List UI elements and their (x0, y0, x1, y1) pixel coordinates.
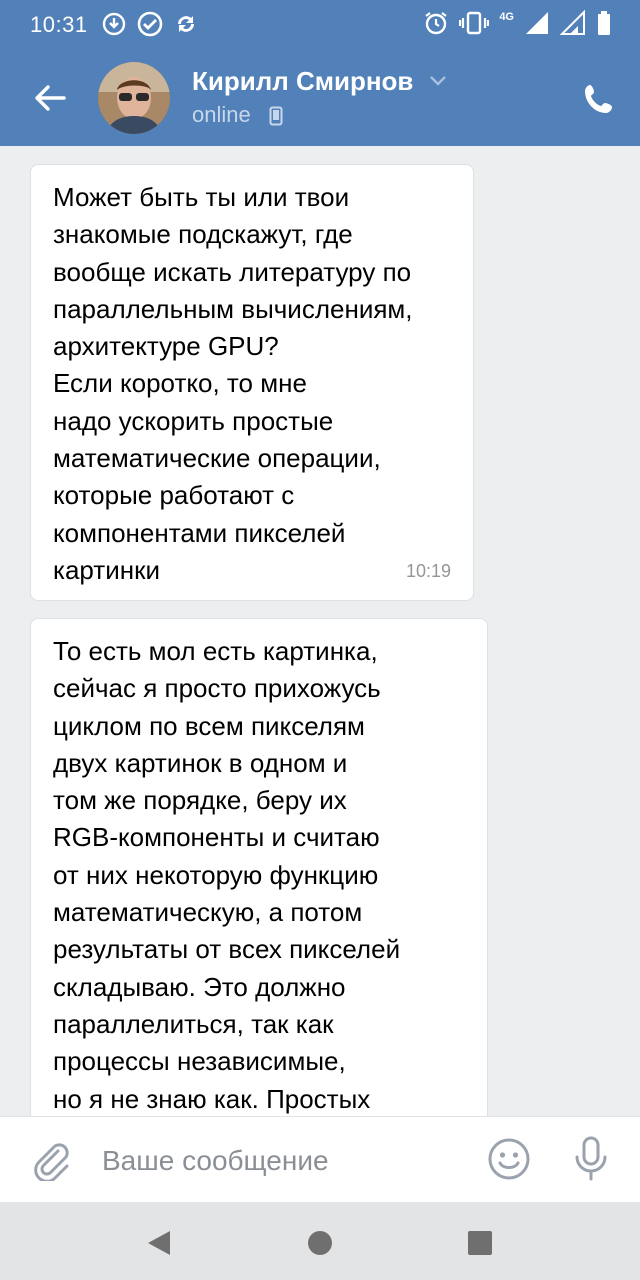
avatar[interactable] (98, 62, 170, 134)
nav-home-button[interactable] (306, 1228, 334, 1263)
emoji-button[interactable] (487, 1137, 531, 1186)
presence-status: online (192, 102, 251, 127)
message-feed[interactable]: Может быть ты или твои знакомые подскажу… (0, 146, 640, 1116)
message-input[interactable]: Ваше сообщение (102, 1145, 329, 1177)
download-icon (100, 10, 128, 38)
square-recents-icon (468, 1231, 492, 1255)
contact-name[interactable]: Кирилл Смирнов (192, 66, 413, 97)
signal-icon-2 (560, 10, 586, 36)
message-bubble[interactable]: То есть мол есть картинка, сейчас я прос… (30, 618, 488, 1116)
message-composer: Ваше сообщение (0, 1116, 640, 1203)
system-nav-bar (0, 1202, 640, 1280)
app-header: 10:31 4G Кирилл Смирнов online (0, 0, 640, 146)
attach-button[interactable] (28, 1137, 72, 1186)
nav-back-button[interactable] (144, 1228, 172, 1263)
nav-recents-button[interactable] (466, 1228, 494, 1263)
vibrate-icon (459, 10, 490, 36)
circle-home-icon (308, 1231, 332, 1255)
smile-icon (488, 1138, 530, 1180)
message-time: 10:19 (405, 560, 451, 581)
status-bar: 10:31 4G (0, 0, 640, 50)
phone-icon (585, 85, 612, 113)
check-circle-icon (136, 10, 164, 38)
triangle-back-icon (148, 1231, 170, 1255)
call-button[interactable] (583, 83, 615, 115)
message-text: Может быть ты или твои знакомые подскажу… (53, 182, 413, 585)
sync-icon (172, 10, 200, 38)
voice-button[interactable] (572, 1135, 610, 1188)
alarm-icon (423, 10, 449, 36)
message-bubble[interactable]: Может быть ты или твои знакомые подскажу… (30, 164, 474, 601)
chevron-down-icon[interactable] (428, 74, 448, 93)
back-button[interactable] (30, 78, 70, 118)
signal-icon (524, 10, 550, 36)
status-time: 10:31 (30, 12, 88, 37)
battery-icon (596, 10, 612, 36)
microphone-icon (575, 1136, 607, 1181)
network-type: 4G (499, 11, 514, 23)
message-text: То есть мол есть картинка, сейчас я прос… (53, 636, 401, 1114)
mobile-icon (269, 106, 283, 131)
paperclip-icon (34, 1143, 69, 1183)
